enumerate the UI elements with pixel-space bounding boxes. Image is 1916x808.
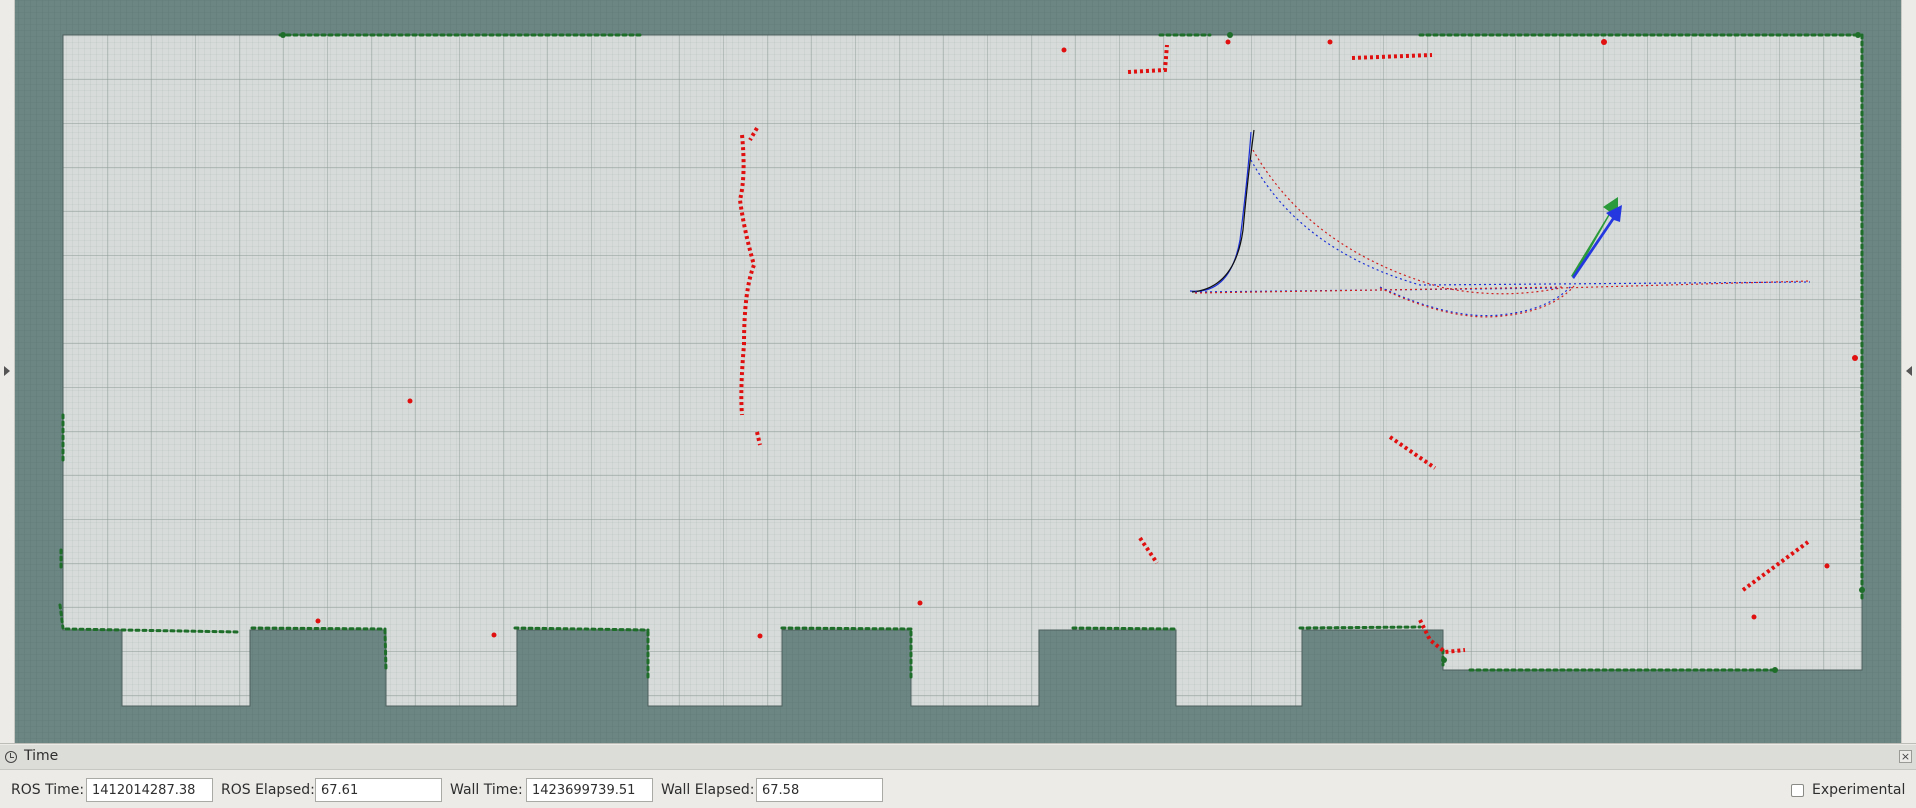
wall-time-label: Wall Time: [450,782,523,798]
3d-render-view[interactable] [0,0,1916,744]
clock-icon [5,751,17,763]
wall-time-field[interactable] [526,778,653,802]
ros-time-field[interactable] [86,778,213,802]
ros-elapsed-label: ROS Elapsed: [221,782,315,798]
wall-elapsed-field[interactable] [756,778,883,802]
left-dock-toggle[interactable] [0,0,15,743]
time-panel-header: Time × [0,745,1916,770]
ros-time-label: ROS Time: [11,782,85,798]
occupancy-grid-map[interactable] [0,0,1916,743]
free-space [62,34,1863,707]
expand-left-icon [4,366,10,376]
time-panel-title: Time [24,748,59,764]
time-panel: Time × ROS Time: ROS Elapsed: Wall Time:… [0,745,1916,808]
right-dock-toggle[interactable] [1901,0,1916,743]
wall-elapsed-label: Wall Elapsed: [661,782,755,798]
expand-right-icon [1906,366,1912,376]
experimental-checkbox[interactable] [1791,784,1804,797]
ros-elapsed-field[interactable] [315,778,442,802]
experimental-label: Experimental [1812,782,1906,798]
close-icon[interactable]: × [1899,750,1912,763]
